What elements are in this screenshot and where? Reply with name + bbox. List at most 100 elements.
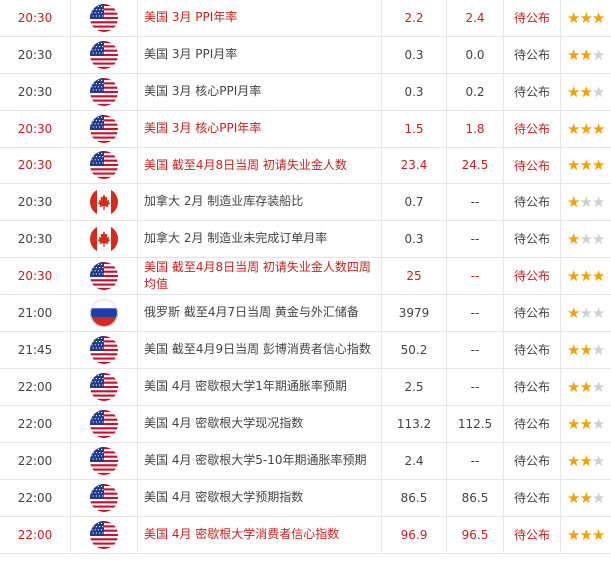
event-row[interactable]: 20:30 美国 3月 PPI月率 0.3 0.0 待公布 ★★★	[0, 36, 611, 74]
event-row[interactable]: 21:45 美国 截至4月9日当周 彭博消费者信心指数 50.2 -- 待公布 ★★★	[0, 331, 611, 369]
star-icon: ★	[567, 488, 580, 507]
star-icon: ★	[579, 303, 592, 322]
previous-value: 3979	[381, 294, 447, 332]
event-title[interactable]: 俄罗斯 截至4月7日当周 黄金与外汇储备	[137, 294, 382, 332]
event-title[interactable]: 加拿大 2月 制造业未完成订单月率	[137, 220, 382, 258]
forecast-value: --	[446, 294, 504, 332]
event-row[interactable]: 22:00 美国 4月 密歇根大学预期指数 86.5 86.5 待公布 ★★★	[0, 479, 611, 517]
star-icon: ★	[579, 45, 592, 64]
event-row[interactable]: 20:30 美国 截至4月8日当周 初请失业金人数 23.4 24.5 待公布 ★★★	[0, 147, 611, 184]
country-flag-cell	[70, 73, 138, 111]
importance-stars: ★★★	[560, 36, 611, 74]
star-icon: ★	[567, 8, 580, 27]
forecast-value: 0.0	[446, 36, 504, 74]
previous-value: 50.2	[381, 331, 447, 369]
star-icon: ★	[579, 377, 592, 396]
event-row[interactable]: 22:00 美国 4月 密歇根大学消费者信心指数 96.9 96.5 待公布 ★★★	[0, 516, 611, 554]
event-title[interactable]: 加拿大 2月 制造业库存装船比	[137, 183, 382, 221]
calendar-body: 20:30 美国 3月 PPI年率 2.2 2.4 待公布 ★★★ 20:30 美国 3月 P…	[0, 0, 611, 554]
star-icon: ★	[591, 229, 605, 248]
previous-value: 23.4	[381, 147, 447, 184]
event-time: 21:00	[0, 294, 71, 332]
us-flag-icon	[90, 40, 118, 69]
event-title[interactable]: 美国 截至4月8日当周 初请失业金人数	[137, 147, 382, 184]
country-flag-cell	[70, 183, 138, 221]
actual-value: 待公布	[503, 516, 561, 554]
event-time: 22:00	[0, 405, 71, 443]
star-icon: ★	[591, 414, 605, 433]
star-icon: ★	[579, 414, 592, 433]
previous-value: 0.3	[381, 220, 447, 258]
actual-value: 待公布	[503, 220, 561, 258]
us-flag-icon	[90, 335, 118, 364]
event-title[interactable]: 美国 3月 核心PPI月率	[137, 73, 382, 111]
event-row[interactable]: 20:30 美国 截至4月8日当周 初请失业金人数四周均值 25 -- 待公布 ★★★	[0, 257, 611, 295]
actual-value: 待公布	[503, 368, 561, 406]
event-row[interactable]: 20:30 美国 3月 核心PPI月率 0.3 0.2 待公布 ★★★	[0, 73, 611, 111]
country-flag-cell	[70, 368, 138, 406]
economic-calendar-table: 20:30 美国 3月 PPI年率 2.2 2.4 待公布 ★★★ 20:30 美国 3月 P…	[0, 0, 611, 554]
event-row[interactable]: 22:00 美国 4月 密歇根大学5-10年期通胀率预期 2.4 -- 待公布 ★★★	[0, 442, 611, 480]
importance-stars: ★★★	[560, 183, 611, 221]
country-flag-cell	[70, 220, 138, 258]
event-row[interactable]: 20:30 美国 3月 PPI年率 2.2 2.4 待公布 ★★★	[0, 0, 611, 37]
event-time: 20:30	[0, 0, 71, 37]
importance-stars: ★★★	[560, 368, 611, 406]
country-flag-cell	[70, 516, 138, 554]
event-row[interactable]: 20:30 加拿大 2月 制造业库存装船比 0.7 -- 待公布 ★★★	[0, 183, 611, 221]
country-flag-cell	[70, 294, 138, 332]
star-icon: ★	[567, 525, 580, 544]
event-time: 20:30	[0, 183, 71, 221]
star-icon: ★	[567, 45, 580, 64]
star-icon: ★	[579, 266, 592, 285]
event-time: 20:30	[0, 257, 71, 295]
event-row[interactable]: 22:00 美国 4月 密歇根大学1年期通胀率预期 2.5 -- 待公布 ★★★	[0, 368, 611, 406]
previous-value: 0.3	[381, 73, 447, 111]
forecast-value: --	[446, 368, 504, 406]
event-title[interactable]: 美国 4月 密歇根大学5-10年期通胀率预期	[137, 442, 382, 480]
star-icon: ★	[591, 340, 605, 359]
forecast-value: --	[446, 442, 504, 480]
previous-value: 2.2	[381, 0, 447, 37]
us-flag-icon	[90, 372, 118, 401]
event-title[interactable]: 美国 3月 核心PPI年率	[137, 110, 382, 148]
canada-flag-icon	[90, 187, 118, 216]
star-icon: ★	[591, 488, 605, 507]
event-title[interactable]: 美国 4月 密歇根大学消费者信心指数	[137, 516, 382, 554]
star-icon: ★	[591, 451, 605, 470]
event-title[interactable]: 美国 截至4月9日当周 彭博消费者信心指数	[137, 331, 382, 369]
event-title[interactable]: 美国 3月 PPI月率	[137, 36, 382, 74]
event-row[interactable]: 21:00 俄罗斯 截至4月7日当周 黄金与外汇储备 3979 -- 待公布 ★★★	[0, 294, 611, 332]
star-icon: ★	[567, 303, 580, 322]
star-icon: ★	[591, 525, 605, 544]
event-title[interactable]: 美国 4月 密歇根大学现况指数	[137, 405, 382, 443]
forecast-value: --	[446, 220, 504, 258]
event-title[interactable]: 美国 截至4月8日当周 初请失业金人数四周均值	[137, 257, 382, 295]
importance-stars: ★★★	[560, 442, 611, 480]
us-flag-icon	[90, 261, 118, 290]
event-row[interactable]: 22:00 美国 4月 密歇根大学现况指数 113.2 112.5 待公布 ★★★	[0, 405, 611, 443]
event-time: 20:30	[0, 110, 71, 148]
previous-value: 0.3	[381, 36, 447, 74]
star-icon: ★	[567, 340, 580, 359]
event-row[interactable]: 20:30 加拿大 2月 制造业未完成订单月率 0.3 -- 待公布 ★★★	[0, 220, 611, 258]
star-icon: ★	[579, 340, 592, 359]
star-icon: ★	[567, 451, 580, 470]
previous-value: 1.5	[381, 110, 447, 148]
event-title[interactable]: 美国 4月 密歇根大学1年期通胀率预期	[137, 368, 382, 406]
star-icon: ★	[579, 488, 592, 507]
importance-stars: ★★★	[560, 147, 611, 184]
star-icon: ★	[579, 192, 592, 211]
forecast-value: 86.5	[446, 479, 504, 517]
event-title[interactable]: 美国 3月 PPI年率	[137, 0, 382, 37]
forecast-value: --	[446, 257, 504, 295]
forecast-value: --	[446, 331, 504, 369]
event-row[interactable]: 20:30 美国 3月 核心PPI年率 1.5 1.8 待公布 ★★★	[0, 110, 611, 148]
forecast-value: 2.4	[446, 0, 504, 37]
previous-value: 0.7	[381, 183, 447, 221]
star-icon: ★	[567, 156, 580, 174]
event-title[interactable]: 美国 4月 密歇根大学预期指数	[137, 479, 382, 517]
country-flag-cell	[70, 442, 138, 480]
importance-stars: ★★★	[560, 220, 611, 258]
event-time: 20:30	[0, 36, 71, 74]
